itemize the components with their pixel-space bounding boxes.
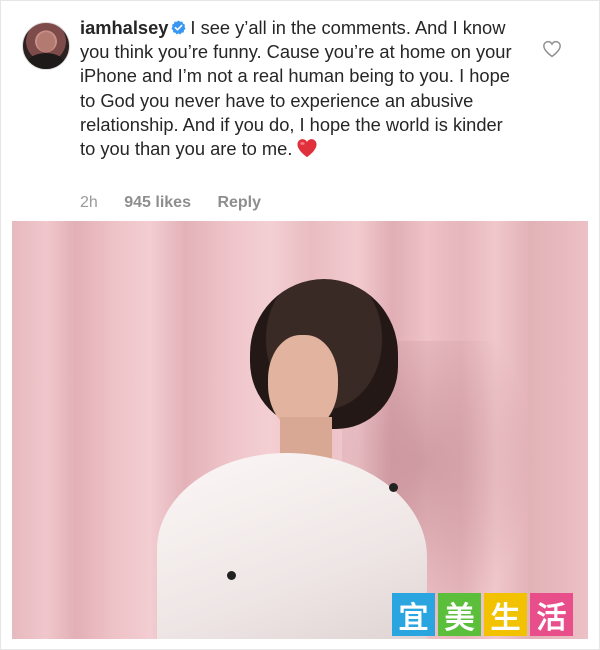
likes-count-link[interactable]: 945 likes [124,194,191,211]
comment-block: iamhalsey I see y’all in the comments. A… [22,16,582,216]
comment-meta: 2h 945 likes Reply [80,194,283,212]
watermark-char: 宜 [392,593,435,636]
like-heart-icon[interactable] [542,40,562,58]
reply-button[interactable]: Reply [217,194,261,211]
verified-badge-icon [171,20,186,35]
watermark-char: 美 [438,593,481,636]
watermark-char: 活 [530,593,573,636]
username-link[interactable]: iamhalsey [80,17,168,38]
watermark-logo: 宜 美 生 活 [392,593,582,637]
avatar[interactable] [22,22,70,70]
watermark-char: 生 [484,593,527,636]
red-heart-icon [297,139,317,158]
portrait-photo [12,221,588,639]
comment-text-block: iamhalsey I see y’all in the comments. A… [80,16,520,161]
comment-time: 2h [80,194,98,211]
